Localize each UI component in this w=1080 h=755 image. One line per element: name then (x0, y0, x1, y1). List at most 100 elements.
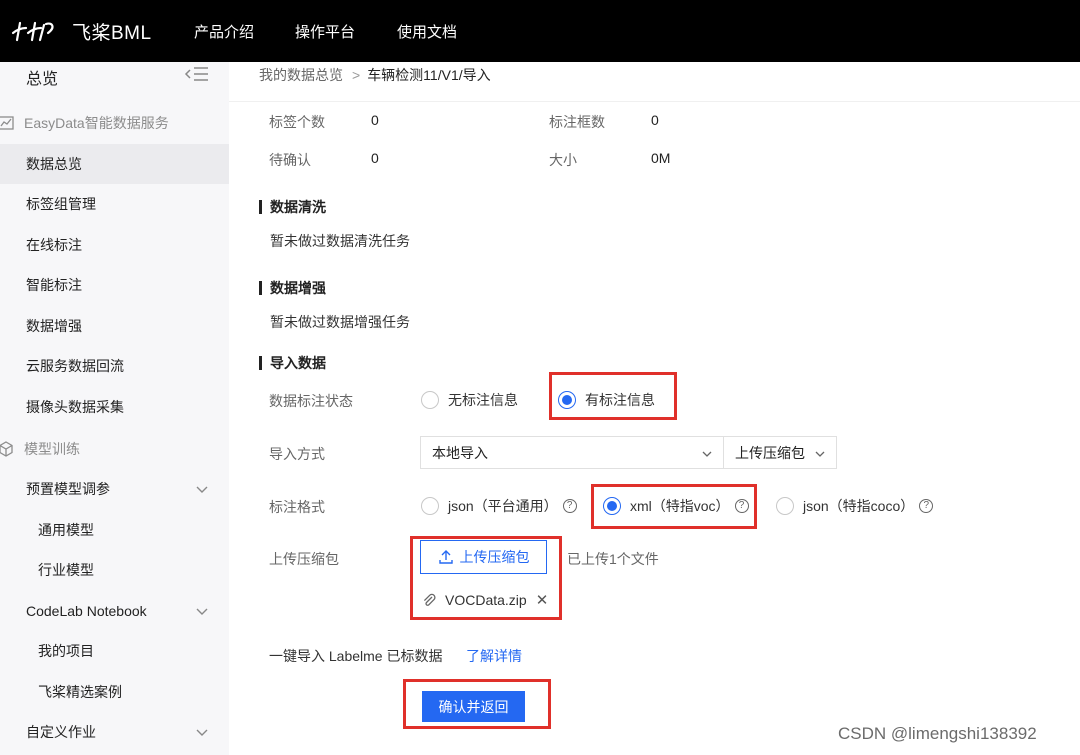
sidebar-item-smart-annotation[interactable]: 智能标注 (0, 265, 229, 305)
sidebar-item-label: 智能标注 (26, 277, 82, 293)
sidebar-item-label: 飞桨精选案例 (38, 684, 122, 700)
section-title-text: 数据清洗 (270, 199, 326, 215)
import-method-label: 导入方式 (269, 446, 325, 462)
sidebar-item-label: 预置模型调参 (26, 481, 110, 497)
section-bar (259, 200, 262, 214)
section-title-augment: 数据增强 (259, 278, 326, 298)
sidebar-item-general-model[interactable]: 通用模型 (0, 510, 229, 550)
box-count-label: 标注框数 (549, 114, 605, 130)
upload-zip-label: 上传压缩包 (269, 551, 339, 567)
sidebar-item-codelab-notebook[interactable]: CodeLab Notebook (0, 591, 229, 631)
help-icon[interactable]: ? (562, 499, 577, 513)
chevron-down-icon (195, 604, 209, 618)
highlight-box (403, 679, 551, 729)
sidebar-item-label: 在线标注 (26, 237, 82, 253)
sidebar-item-label: 通用模型 (38, 522, 94, 538)
cleaning-empty-text: 暂未做过数据清洗任务 (270, 233, 410, 249)
sidebar-item-label: CodeLab Notebook (26, 603, 147, 619)
logo-text: 飞桨BML (72, 22, 152, 44)
label-count-value: 0 (371, 112, 379, 128)
chevron-down-icon (814, 447, 826, 459)
radio-circle (421, 497, 439, 515)
chevron-down-icon (195, 482, 209, 496)
section-bar (259, 281, 262, 295)
top-nav-bar: 飞桨BML 产品介绍 操作平台 使用文档 (0, 0, 1080, 62)
sidebar-item-industry-model[interactable]: 行业模型 (0, 550, 229, 590)
help-icon[interactable]: ? (919, 499, 934, 513)
sidebar-item-label: 自定义作业 (26, 724, 96, 740)
logo[interactable]: 飞桨BML (10, 18, 152, 45)
import-type-select[interactable]: 上传压缩包 (723, 436, 837, 469)
sidebar-item-camera-capture[interactable]: 摄像头数据采集 (0, 387, 229, 427)
breadcrumb-separator: > (352, 67, 361, 83)
sidebar-item-label: 行业模型 (38, 562, 94, 578)
sidebar-item-custom-jobs[interactable]: 自定义作业 (0, 712, 229, 752)
augment-empty-text: 暂未做过数据增强任务 (270, 314, 410, 330)
sidebar-item-paddle-cases[interactable]: 飞桨精选案例 (0, 672, 229, 712)
breadcrumb-current: 车辆检测11/V1/导入 (367, 67, 491, 83)
size-value: 0M (651, 150, 671, 166)
sidebar-item-label: 数据总览 (26, 156, 82, 172)
radio-format-json-platform[interactable]: json（平台通用） ? (421, 496, 577, 516)
pending-label: 待确认 (269, 152, 311, 168)
annotation-format-label: 标注格式 (269, 499, 325, 515)
sidebar-item-label: 标签组管理 (26, 196, 96, 212)
header-divider (229, 101, 1080, 102)
breadcrumb: 我的数据总览 > 车辆检测11/V1/导入 (259, 65, 491, 85)
radio-format-json-coco[interactable]: json（特指coco） ? (776, 496, 934, 516)
chevron-down-icon (195, 725, 209, 739)
sidebar-item-preset-tuning[interactable]: 预置模型调参 (0, 469, 229, 509)
highlight-box (410, 536, 562, 620)
upload-status-text: 已上传1个文件 (567, 551, 659, 567)
nav-product-intro[interactable]: 产品介绍 (194, 21, 254, 42)
radio-no-annotation[interactable]: 无标注信息 (421, 390, 518, 410)
radio-label: json（平台通用） (448, 498, 558, 514)
sidebar-item-data-overview[interactable]: 数据总览 (0, 144, 229, 184)
radio-label: 无标注信息 (448, 392, 518, 408)
chevron-down-icon (701, 447, 713, 459)
collapse-sidebar-icon[interactable] (184, 65, 210, 83)
sidebar-group-model-training[interactable]: 模型训练 (0, 429, 229, 469)
sidebar-item-label: 我的项目 (38, 643, 94, 659)
highlight-box (591, 484, 757, 529)
learn-more-link[interactable]: 了解详情 (466, 646, 522, 666)
sidebar-item-label: 数据增强 (26, 318, 82, 334)
annotation-status-label: 数据标注状态 (269, 393, 353, 409)
sidebar-item-data-augment[interactable]: 数据增强 (0, 306, 229, 346)
cube-icon (0, 441, 14, 457)
label-count-label: 标签个数 (269, 114, 325, 130)
import-method-value: 本地导入 (432, 444, 488, 461)
radio-circle (421, 391, 439, 409)
sidebar: 总览 EasyData智能数据服务 数据总览 标签组管理 在线标注 智能标注 数… (0, 62, 229, 755)
radio-label: json（特指coco） (803, 498, 915, 514)
sidebar-group-easydata[interactable]: EasyData智能数据服务 (0, 103, 229, 143)
sidebar-item-cloud-backflow[interactable]: 云服务数据回流 (0, 346, 229, 386)
size-label: 大小 (549, 152, 577, 168)
section-title-text: 导入数据 (270, 355, 326, 371)
sidebar-item-online-annotation[interactable]: 在线标注 (0, 225, 229, 265)
section-title-import: 导入数据 (259, 353, 326, 373)
sidebar-item-my-projects[interactable]: 我的项目 (0, 631, 229, 671)
paddle-logo-icon (10, 19, 68, 43)
radio-circle (776, 497, 794, 515)
breadcrumb-parent[interactable]: 我的数据总览 (259, 65, 343, 85)
chart-line-icon (0, 115, 14, 131)
pending-value: 0 (371, 150, 379, 166)
sidebar-group-label: 模型训练 (24, 441, 80, 457)
nav-console[interactable]: 操作平台 (295, 21, 355, 42)
sidebar-item-label: 云服务数据回流 (26, 358, 124, 374)
box-count-value: 0 (651, 112, 659, 128)
section-title-cleaning: 数据清洗 (259, 197, 326, 217)
import-method-select[interactable]: 本地导入 (420, 436, 724, 469)
section-title-text: 数据增强 (270, 280, 326, 296)
watermark: CSDN @limengshi138392 (838, 724, 1037, 743)
sidebar-item-label-groups[interactable]: 标签组管理 (0, 184, 229, 224)
sidebar-group-label: EasyData智能数据服务 (24, 115, 169, 131)
nav-docs[interactable]: 使用文档 (397, 21, 457, 42)
import-type-value: 上传压缩包 (735, 444, 805, 461)
one-key-import-text: 一键导入 Labelme 已标数据 (269, 648, 443, 664)
highlight-box (549, 372, 677, 420)
sidebar-title: 总览 (26, 71, 59, 88)
section-bar (259, 356, 262, 370)
sidebar-item-label: 摄像头数据采集 (26, 399, 124, 415)
